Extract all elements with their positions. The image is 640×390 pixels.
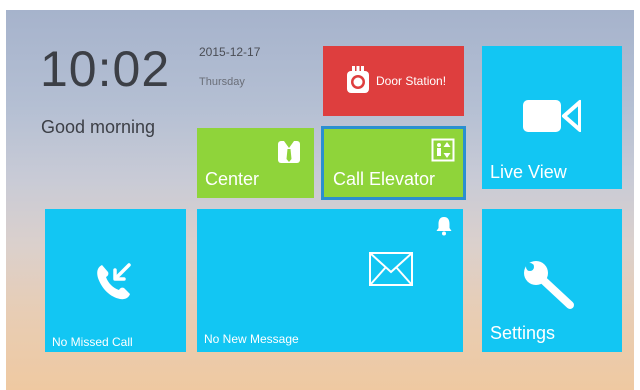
settings-label: Settings xyxy=(490,323,556,343)
live-view-label: Live View xyxy=(490,162,567,182)
message-label: No New Message xyxy=(204,332,299,346)
weekday-text: Thursday xyxy=(199,76,245,88)
clock-time: 10:02 xyxy=(40,41,171,97)
live-view-tile[interactable]: Live View xyxy=(482,46,622,189)
message-tile[interactable]: No New Message xyxy=(197,209,463,352)
missed-call-icon xyxy=(97,263,131,300)
door-station-tile[interactable]: Door Station! xyxy=(323,46,464,116)
call-elevator-tile[interactable]: Call Elevator xyxy=(321,126,466,200)
missed-call-label: No Missed Call xyxy=(52,335,133,349)
missed-call-tile[interactable]: No Missed Call xyxy=(45,209,186,352)
door-station-label: Door Station! xyxy=(376,74,447,88)
center-tile[interactable]: Center xyxy=(197,128,314,198)
call-elevator-label: Call Elevator xyxy=(333,169,436,189)
wrench-icon xyxy=(524,261,574,309)
greeting-text: Good morning xyxy=(41,117,156,137)
video-camera-icon xyxy=(523,100,581,132)
date-text: 2015-12-17 xyxy=(199,45,261,59)
bell-icon xyxy=(436,217,452,236)
home-screen: 10:02 Good morning 2015-12-17 Thursday D… xyxy=(6,10,634,390)
settings-tile[interactable]: Settings xyxy=(482,209,622,352)
camera-icon xyxy=(347,66,369,93)
center-label: Center xyxy=(205,169,260,189)
concierge-icon xyxy=(278,141,300,163)
elevator-icon xyxy=(431,138,455,162)
envelope-icon xyxy=(369,252,413,286)
